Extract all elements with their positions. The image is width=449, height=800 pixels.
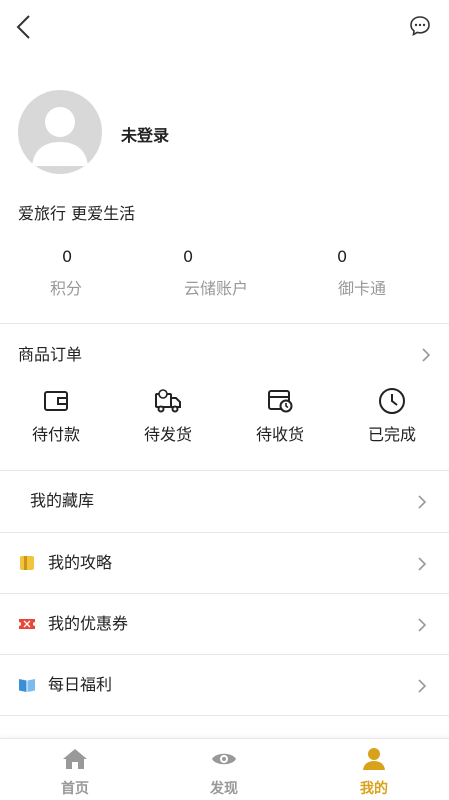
stat-value: 0 [337, 247, 348, 266]
stat-card[interactable]: 0 御卡通 [326, 246, 398, 300]
open-book-icon [19, 679, 35, 692]
chevron-right-icon [418, 618, 427, 632]
menu-item-collection[interactable]: 我的藏库 [0, 471, 449, 532]
stat-label: 积分 [49, 279, 82, 298]
divider [0, 323, 449, 324]
stats-bar: 0 积分 0 云储账户 0 御卡通 [0, 246, 449, 306]
orders-header[interactable]: 商品订单 [18, 340, 431, 370]
stat-label: 云储账户 [183, 279, 248, 298]
delivery-truck-icon [155, 389, 181, 413]
tab-home[interactable]: 首页 [35, 747, 115, 797]
order-completed[interactable]: 已完成 [352, 386, 432, 446]
stat-value: 0 [183, 247, 194, 266]
profile-slogan: 爱旅行 更爱生活 [18, 204, 136, 223]
menu-item-label: 我的藏库 [30, 491, 95, 510]
chat-bubble-icon[interactable] [409, 15, 431, 37]
order-pending-payment[interactable]: 待付款 [16, 386, 96, 446]
username[interactable]: 未登录 [121, 122, 169, 146]
chevron-right-icon [422, 348, 431, 362]
menu-item-label: 我的攻略 [48, 553, 113, 572]
tab-mine[interactable]: 我的 [334, 747, 414, 797]
orders-title: 商品订单 [18, 345, 83, 364]
package-clock-icon [268, 390, 293, 413]
home-icon [63, 749, 87, 769]
menu-item-daily-benefits[interactable]: 每日福利 [0, 655, 449, 716]
divider [0, 715, 449, 716]
tab-label: 发现 [210, 781, 238, 797]
stat-value: 0 [62, 247, 73, 266]
tab-label: 我的 [360, 781, 388, 797]
default-avatar-icon [32, 107, 88, 166]
order-pending-receipt[interactable]: 待收货 [240, 386, 320, 446]
avatar[interactable] [18, 90, 102, 174]
menu-item-coupons[interactable]: 我的优惠券 [0, 594, 449, 655]
tab-discover[interactable]: 发现 [184, 747, 264, 797]
stat-cloud-account[interactable]: 0 云储账户 [176, 246, 256, 300]
stat-label: 御卡通 [337, 279, 386, 298]
order-label: 已完成 [367, 425, 416, 444]
chevron-right-icon [418, 679, 427, 693]
order-label: 待发货 [143, 425, 192, 444]
order-label: 待付款 [31, 425, 80, 444]
chevron-right-icon [418, 495, 427, 509]
bottom-tab-bar: 首页 发现 我的 [0, 738, 449, 800]
menu-item-guides[interactable]: 我的攻略 [0, 533, 449, 594]
wallet-icon [44, 391, 68, 411]
menu-item-label: 我的优惠券 [48, 614, 129, 633]
chevron-right-icon [418, 557, 427, 571]
eye-icon [212, 753, 236, 765]
coupon-icon [19, 619, 35, 629]
user-icon [363, 748, 385, 770]
menu-item-label: 每日福利 [48, 675, 113, 694]
stat-points[interactable]: 0 积分 [38, 246, 94, 300]
order-pending-shipment[interactable]: 待发货 [128, 386, 208, 446]
clock-icon [379, 388, 405, 414]
tab-label: 首页 [61, 781, 89, 797]
top-bar [0, 0, 449, 56]
guide-book-icon [20, 556, 34, 570]
order-label: 待收货 [255, 425, 304, 444]
chevron-left-icon[interactable] [14, 14, 34, 40]
